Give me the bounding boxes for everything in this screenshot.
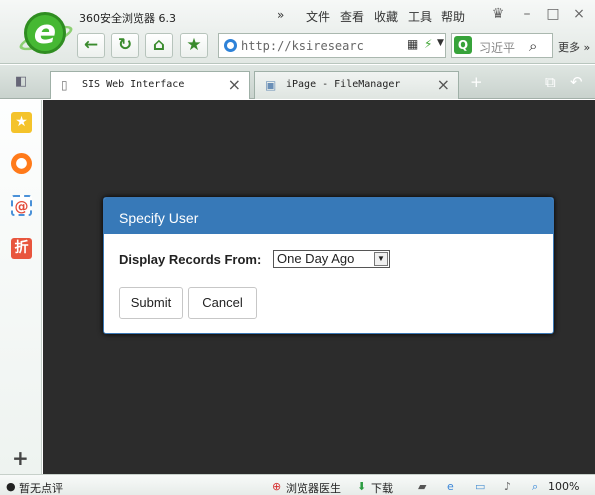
tab-label: iPage - FileManager bbox=[286, 79, 401, 90]
close-tab-icon[interactable]: × bbox=[437, 75, 450, 94]
tab-bar: ◧ ▯ SIS Web Interface × ▣ iPage - FileMa… bbox=[0, 65, 595, 99]
window-tabs-icon[interactable]: ⧉ bbox=[545, 73, 556, 91]
add-sidebar-icon[interactable]: + bbox=[12, 446, 29, 470]
menu-tools[interactable]: 工具 bbox=[408, 8, 432, 25]
minimize-button[interactable]: – bbox=[517, 5, 537, 25]
favorite-button[interactable]: ★ bbox=[180, 33, 208, 58]
home-button[interactable]: ⌂ bbox=[145, 33, 173, 58]
search-box[interactable]: Q 习近平 ⌕ bbox=[451, 33, 553, 58]
dialog-title: Specify User bbox=[104, 198, 553, 234]
favorites-sidebar-icon[interactable]: ★ bbox=[11, 112, 32, 133]
menu-view[interactable]: 查看 bbox=[340, 8, 364, 25]
tab-label: SIS Web Interface bbox=[82, 79, 185, 90]
records-from-select[interactable]: One Day Ago ▼ bbox=[273, 250, 390, 268]
submit-button[interactable]: Submit bbox=[119, 287, 183, 319]
browser-logo-icon: e bbox=[24, 12, 66, 54]
page-icon: ▯ bbox=[61, 78, 68, 92]
browser-doctor[interactable]: 浏览器医生 bbox=[286, 480, 341, 495]
sound-icon[interactable]: ♪ bbox=[504, 480, 511, 493]
more-menu[interactable]: 更多 » bbox=[558, 39, 590, 55]
discount-icon[interactable]: 折 bbox=[11, 238, 32, 259]
maximize-button[interactable]: □ bbox=[543, 5, 563, 25]
menu-favorites[interactable]: 收藏 bbox=[374, 8, 398, 25]
refresh-icon: ↻ bbox=[117, 35, 133, 55]
menu-help[interactable]: 帮助 bbox=[441, 8, 465, 25]
fast-mode-icon[interactable]: ⚡ bbox=[424, 37, 432, 51]
download-label[interactable]: 下载 bbox=[371, 480, 393, 495]
page-security-icon bbox=[224, 39, 237, 52]
filemanager-favicon: ▣ bbox=[265, 78, 277, 92]
zoom-level[interactable]: 100% bbox=[548, 480, 579, 493]
adblock-icon[interactable]: ▰ bbox=[418, 480, 426, 493]
close-window-button[interactable]: × bbox=[569, 5, 589, 25]
browser-titlebar: e 360安全浏览器 6.3 » 文件 查看 收藏 工具 帮助 ♛ – □ × … bbox=[0, 0, 595, 64]
status-comment: 暂无点评 bbox=[19, 482, 63, 495]
qr-code-icon[interactable]: ▦ bbox=[407, 37, 418, 51]
home-icon: ⌂ bbox=[152, 35, 166, 55]
sidebar-toggle-icon[interactable]: ◧ bbox=[15, 74, 27, 89]
star-icon: ★ bbox=[186, 35, 202, 55]
address-dropdown-icon[interactable]: ▼ bbox=[437, 38, 444, 48]
doctor-icon[interactable]: ⊕ bbox=[272, 480, 281, 493]
menu-file[interactable]: 文件 bbox=[306, 8, 330, 25]
weibo-icon[interactable]: ● bbox=[11, 153, 32, 174]
back-arrow-icon: ← bbox=[83, 35, 99, 55]
close-tab-icon[interactable]: × bbox=[228, 75, 241, 94]
zoom-icon[interactable]: ⌕ bbox=[532, 480, 538, 494]
tab-filemanager[interactable]: ▣ iPage - FileManager × bbox=[254, 71, 459, 99]
dropdown-arrow-icon[interactable]: ▼ bbox=[374, 252, 388, 266]
app-title: 360安全浏览器 6.3 bbox=[79, 12, 176, 25]
selected-option: One Day Ago bbox=[277, 251, 355, 266]
sidebar: ★ ● @ 折 + bbox=[0, 100, 42, 474]
search-icon[interactable]: ⌕ bbox=[529, 37, 537, 55]
back-button[interactable]: ← bbox=[77, 33, 105, 58]
address-bar[interactable]: http://ksiresearc ▦ ⚡ ▼ bbox=[218, 33, 446, 58]
email-icon[interactable]: @ bbox=[11, 195, 32, 216]
display-records-label: Display Records From: bbox=[119, 252, 262, 267]
specify-user-dialog: Specify User Display Records From: One D… bbox=[103, 197, 554, 334]
search-placeholder: 习近平 bbox=[479, 41, 516, 55]
new-tab-icon[interactable]: + bbox=[470, 73, 483, 91]
ie-mode-icon[interactable]: e bbox=[447, 480, 454, 493]
refresh-button[interactable]: ↻ bbox=[111, 33, 139, 58]
status-bar: ● 暂无点评 ⊕ 浏览器医生 ⬇ 下载 ▰ e ▭ ♪ ⌕ 100% bbox=[0, 474, 595, 495]
download-icon[interactable]: ⬇ bbox=[357, 480, 366, 493]
address-url: http://ksiresearc bbox=[241, 39, 364, 53]
tab-sis-web-interface[interactable]: ▯ SIS Web Interface × bbox=[50, 71, 250, 99]
search-engine-icon[interactable]: Q bbox=[454, 36, 472, 54]
skin-icon[interactable]: ♛ bbox=[488, 5, 508, 25]
cancel-button[interactable]: Cancel bbox=[188, 287, 257, 319]
screen-icon[interactable]: ▭ bbox=[475, 480, 485, 493]
menu-overflow[interactable]: » bbox=[277, 8, 284, 22]
restore-tab-icon[interactable]: ↶ bbox=[570, 73, 583, 91]
comment-icon: ● bbox=[6, 480, 16, 493]
